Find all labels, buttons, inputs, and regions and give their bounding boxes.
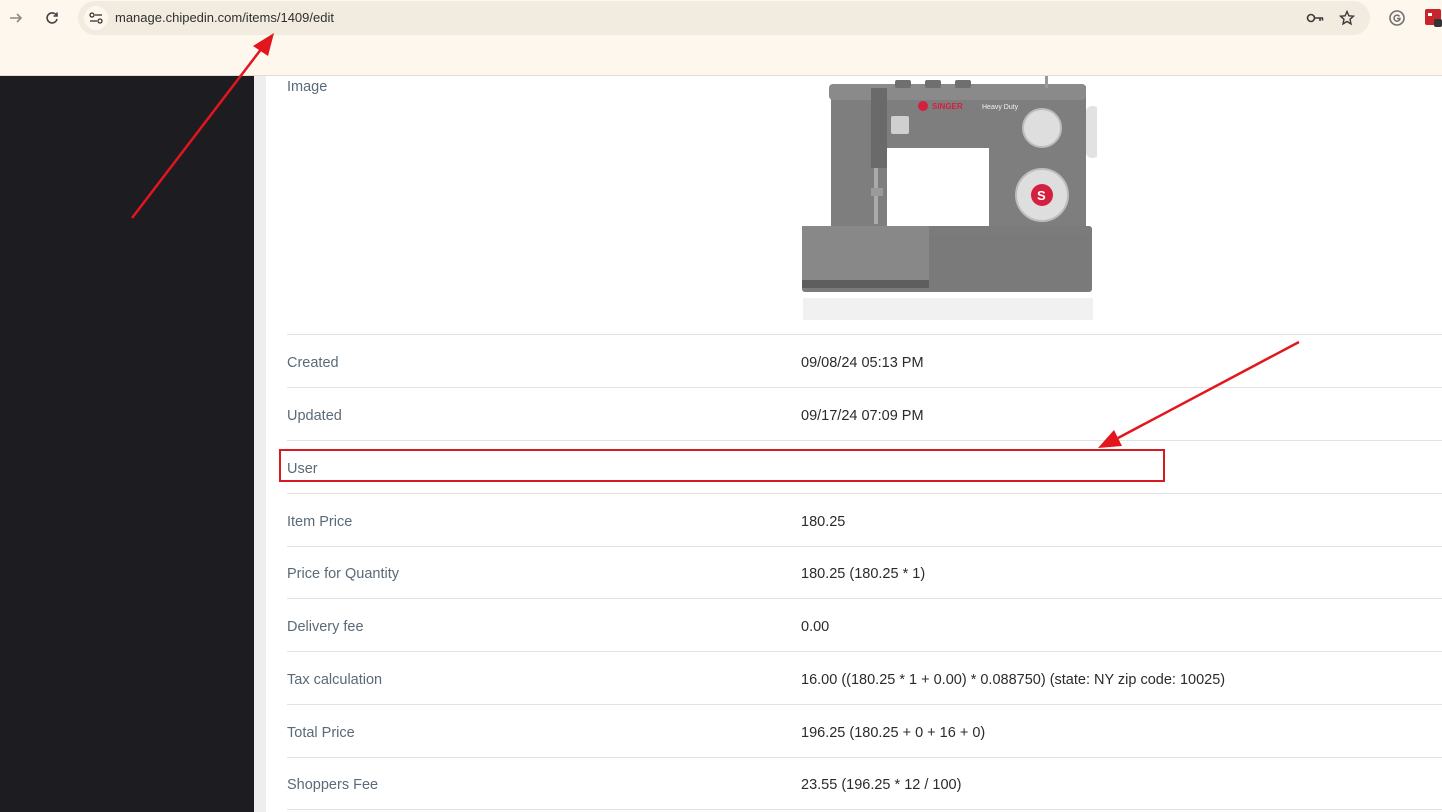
- created-value: 09/08/24 05:13 PM: [801, 355, 924, 371]
- row-divider: [287, 440, 1442, 441]
- item-price-label: Item Price: [287, 514, 353, 530]
- forward-arrow-icon[interactable]: [5, 7, 27, 29]
- total-price-label: Total Price: [287, 725, 355, 741]
- sidebar: [0, 76, 254, 812]
- price-for-quantity-label: Price for Quantity: [287, 566, 400, 582]
- tax-calculation-value: 16.00 ((180.25 * 1 + 0.00) * 0.088750) (…: [801, 672, 1226, 688]
- address-bar[interactable]: manage.chipedin.com/items/1409/edit: [78, 1, 1370, 35]
- updated-label: Updated: [287, 408, 342, 424]
- key-icon[interactable]: [1304, 7, 1326, 29]
- annotation-highlight-box: [279, 449, 1165, 482]
- updated-value: 09/17/24 07:09 PM: [801, 408, 924, 424]
- image-label: Image: [287, 79, 328, 95]
- row-divider: [287, 651, 1442, 652]
- star-icon[interactable]: [1336, 7, 1358, 29]
- reload-icon[interactable]: [41, 7, 63, 29]
- created-label: Created: [287, 355, 339, 371]
- price-for-quantity-value: 180.25 (180.25 * 1): [801, 566, 926, 582]
- delivery-fee-label: Delivery fee: [287, 619, 364, 635]
- tax-calculation-label: Tax calculation: [287, 672, 383, 688]
- brand-text: SINGER: [932, 102, 963, 111]
- browser-toolbar: manage.chipedin.com/items/1409/edit: [0, 0, 1442, 36]
- product-image: S SINGER Heavy Duty: [799, 76, 1099, 322]
- browser-infobar: [0, 36, 1442, 76]
- red-extension-icon[interactable]: [1422, 7, 1442, 29]
- sidebar-divider: [254, 76, 266, 812]
- item-price-value: 180.25: [801, 514, 846, 530]
- row-divider: [287, 387, 1442, 388]
- row-divider: [287, 704, 1442, 705]
- tune-icon[interactable]: [84, 6, 108, 30]
- url-text[interactable]: manage.chipedin.com/items/1409/edit: [115, 10, 334, 25]
- row-divider: [287, 546, 1442, 547]
- row-divider: [287, 598, 1442, 599]
- shoppers-fee-value: 23.55 (196.25 * 12 / 100): [801, 777, 962, 793]
- row-divider: [287, 757, 1442, 758]
- row-divider: [287, 809, 1442, 810]
- model-text: Heavy Duty: [982, 104, 1019, 111]
- svg-text:S: S: [1037, 188, 1046, 203]
- delivery-fee-value: 0.00: [801, 619, 830, 635]
- shoppers-fee-label: Shoppers Fee: [287, 777, 379, 793]
- total-price-value: 196.25 (180.25 + 0 + 16 + 0): [801, 725, 986, 741]
- grammarly-g-icon[interactable]: [1386, 7, 1408, 29]
- row-divider: [287, 493, 1442, 494]
- row-divider: [287, 334, 1442, 335]
